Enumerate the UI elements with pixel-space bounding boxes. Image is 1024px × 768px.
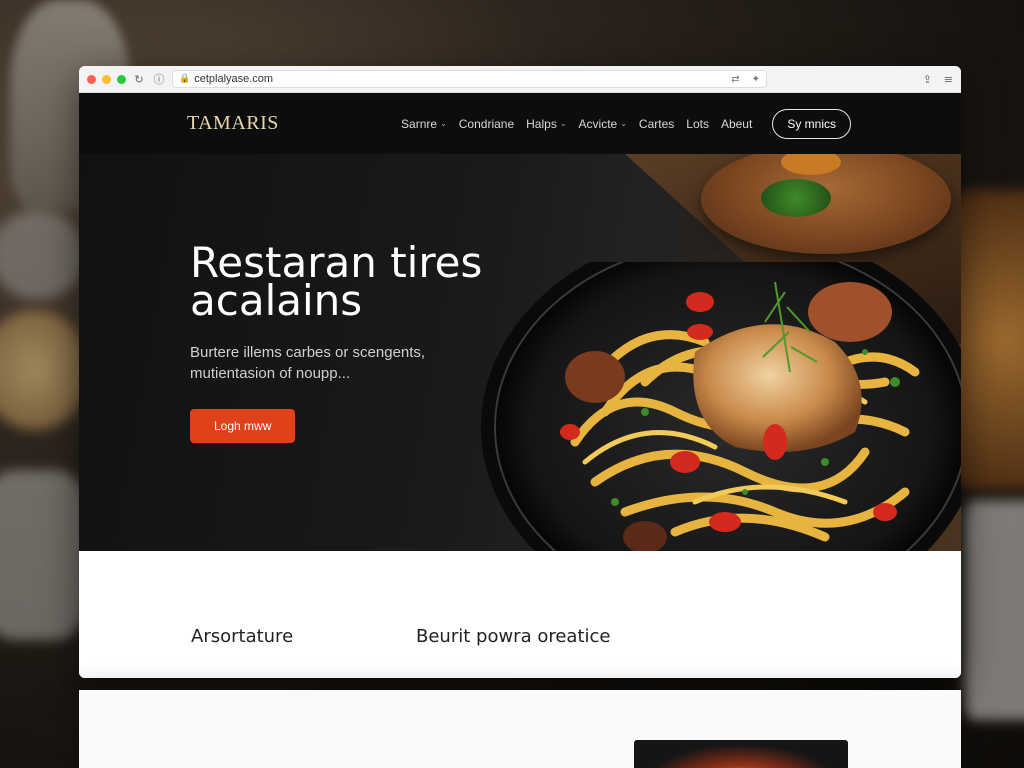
nav-item-sarnre[interactable]: Sarnre ⌄ — [401, 117, 447, 131]
background-chips — [0, 310, 90, 430]
background-plate-right — [964, 500, 1024, 720]
address-bar[interactable]: 🔒 cetplalyase.com ⇄ ✦ — [172, 70, 767, 88]
bowl-herbs — [761, 179, 831, 217]
reload-icon[interactable]: ↻ — [132, 73, 146, 86]
extension-icon[interactable]: ✦ — [752, 74, 760, 85]
nav-label: Abeut — [720, 116, 753, 131]
features-section: Arsortature Beurit powra oreatice — [79, 551, 961, 678]
nav-label: Acvicte — [578, 116, 618, 131]
close-window-button[interactable] — [87, 74, 96, 84]
hero-subtitle-line: mutientasion of noupp... — [190, 365, 351, 382]
background-bowl — [0, 210, 85, 300]
feature-heading: Arsortature — [191, 626, 294, 647]
browser-window: ↻ ⓘ 🔒 cetplalyase.com ⇄ ✦ ⇪ ≡ TAMARIS Sa… — [79, 66, 961, 678]
translate-icon[interactable]: ⇄ — [731, 74, 739, 85]
chevron-down-icon: ⌄ — [440, 119, 447, 128]
nav-item-abeut[interactable]: Abeut — [721, 117, 752, 131]
url-text: cetplalyase.com — [194, 73, 274, 85]
nav-item-lots[interactable]: Lots — [686, 117, 709, 131]
nav-item-condriane[interactable]: Condriane — [459, 117, 514, 131]
hero-section: Restaran tires acalains Burtere illems c… — [79, 154, 961, 551]
chevron-down-icon: ⌄ — [620, 119, 627, 128]
nav-item-halps[interactable]: Halps ⌄ — [526, 117, 566, 131]
nav-label: Condriane — [458, 116, 515, 131]
nav-label: Halps — [526, 116, 557, 131]
hero-subtitle-line: Burtere illems carbes or scengents, — [190, 344, 426, 361]
site-logo[interactable]: TAMARIS — [187, 112, 279, 135]
hero-title-line: acalains — [190, 276, 363, 325]
menu-icon[interactable]: ≡ — [944, 73, 953, 86]
maximize-window-button[interactable] — [117, 74, 126, 84]
nav-label: Lots — [686, 116, 709, 131]
lock-icon: 🔒 — [179, 74, 191, 84]
nav-item-cartes[interactable]: Cartes — [639, 117, 674, 131]
minimize-window-button[interactable] — [102, 74, 111, 84]
nav-label: Sarnre — [401, 116, 438, 131]
nav-label: Cartes — [638, 116, 675, 131]
header-cta-button[interactable]: Sy mnics — [772, 108, 851, 139]
chevron-down-icon: ⌄ — [559, 119, 567, 128]
share-icon[interactable]: ⇪ — [923, 73, 932, 86]
pasta-dish-image — [481, 262, 961, 551]
main-nav: Sarnre ⌄ Condriane Halps ⌄ Acvicte ⌄ Cartes… — [401, 108, 851, 139]
info-icon[interactable]: ⓘ — [152, 71, 166, 87]
hero-cta-button[interactable]: Logh mww — [190, 409, 296, 443]
dish-thumbnail — [634, 740, 848, 768]
nav-item-acvicte[interactable]: Acvicte ⌄ — [579, 117, 627, 131]
browser-toolbar: ↻ ⓘ 🔒 cetplalyase.com ⇄ ✦ ⇪ ≡ — [79, 66, 961, 93]
background-cloth — [0, 470, 90, 640]
secondary-page-preview — [79, 690, 961, 768]
site-header: TAMARIS Sarnre ⌄ Condriane Halps ⌄ Acvicte… — [79, 93, 961, 154]
feature-heading: Beurit powra oreatice — [416, 626, 611, 647]
